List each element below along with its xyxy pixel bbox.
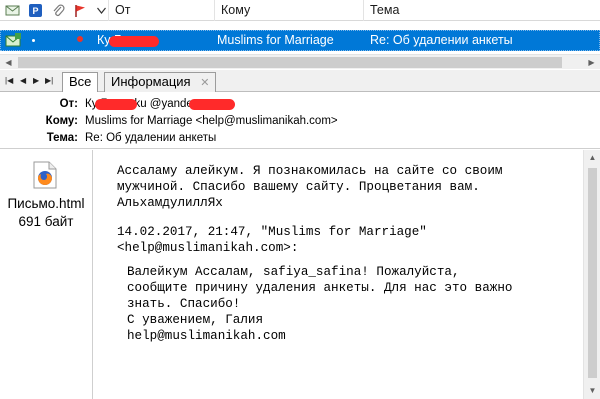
scroll-thumb[interactable] xyxy=(18,57,562,68)
message-body: Ассаламу алейкум. Я познакомилась на сай… xyxy=(94,150,583,399)
body-paragraph: Ассаламу алейкум. Я познакомилась на сай… xyxy=(117,164,503,210)
row-subject: Re: Об удалении анкеты xyxy=(370,33,513,47)
first-message-icon[interactable]: |◀ xyxy=(5,74,13,88)
scroll-thumb[interactable] xyxy=(588,168,597,378)
redaction-mark xyxy=(109,36,159,47)
subject-value: Re: Об удалении анкеты xyxy=(85,132,217,144)
column-subject[interactable]: Тема xyxy=(363,0,600,21)
scroll-left-icon[interactable]: ◀ xyxy=(0,55,17,70)
row-to: Muslims for Marriage xyxy=(217,33,334,47)
view-tab-bar: |◀ ◀ ▶ ▶| Все Информация ✕ xyxy=(0,70,600,92)
quoted-text: Валейкум Ассалам, safiya_safina! Пожалуй… xyxy=(127,265,513,343)
tab-all[interactable]: Все xyxy=(62,72,99,92)
column-from[interactable]: От xyxy=(108,0,214,21)
attachment-size: 691 байт xyxy=(18,214,74,229)
message-list-row[interactable]: Ку Гуля Muslims for Marriage Re: Об удал… xyxy=(0,30,600,51)
quote-header: 14.02.2017, 21:47, "Muslims for Marriage… xyxy=(117,225,427,255)
tab-info-label: Информация xyxy=(111,74,191,89)
scroll-up-icon[interactable]: ▲ xyxy=(584,150,600,166)
scroll-right-icon[interactable]: ▶ xyxy=(583,55,600,70)
message-headers: От: Ку Гуля <ku @yandex.ru> Кому: Muslim… xyxy=(0,93,600,149)
flag-icon[interactable] xyxy=(73,3,88,18)
tab-info[interactable]: Информация ✕ xyxy=(104,72,217,92)
body-vertical-scrollbar[interactable]: ▲ ▼ xyxy=(583,150,600,399)
tab-close-icon[interactable]: ✕ xyxy=(200,77,209,89)
list-horizontal-scrollbar[interactable]: ◀ ▶ xyxy=(0,54,600,69)
sort-chevron-down-icon[interactable] xyxy=(96,3,107,18)
redaction-mark xyxy=(189,99,235,110)
from-label: От: xyxy=(59,98,78,110)
message-list-header: P От Кому Тема xyxy=(0,0,600,21)
tab-all-label: Все xyxy=(69,74,92,89)
flag-dot-icon[interactable] xyxy=(77,36,83,42)
firefox-icon[interactable] xyxy=(33,161,57,189)
message-read-icon xyxy=(5,33,21,47)
last-message-icon[interactable]: ▶| xyxy=(45,74,53,88)
to-value[interactable]: Muslims for Marriage <help@muslimanikah.… xyxy=(85,113,338,130)
to-label: Кому: xyxy=(45,115,78,127)
redaction-mark xyxy=(95,99,137,110)
svg-text:P: P xyxy=(32,6,38,16)
paperclip-icon[interactable] xyxy=(51,3,66,18)
previous-message-icon[interactable]: ◀ xyxy=(20,74,26,88)
subject-label: Тема: xyxy=(46,132,78,144)
attachment-pane: Письмо.html 691 байт xyxy=(0,150,93,399)
attachment-name[interactable]: Письмо.html xyxy=(0,196,92,211)
column-to[interactable]: Кому xyxy=(214,0,363,21)
priority-icon[interactable]: P xyxy=(28,3,43,18)
next-message-icon[interactable]: ▶ xyxy=(33,74,39,88)
scroll-down-icon[interactable]: ▼ xyxy=(584,383,600,399)
priority-dot-icon xyxy=(32,39,35,42)
attachment-status-icon[interactable] xyxy=(5,3,20,18)
